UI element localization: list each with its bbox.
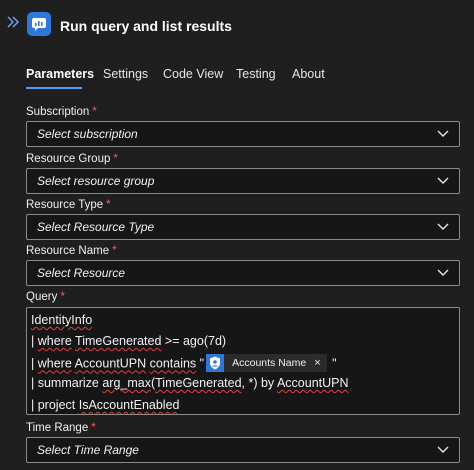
tab-code-view[interactable]: Code View	[163, 67, 223, 81]
log-analytics-icon	[27, 12, 51, 36]
tab-label: Parameters	[26, 67, 95, 81]
chevron-down-icon	[437, 130, 449, 137]
chevron-down-icon	[437, 177, 449, 184]
required-marker: *	[106, 199, 111, 211]
query-line: | where AccountUPN contains " Accounts Na…	[31, 354, 337, 373]
chevron-down-icon	[437, 446, 449, 453]
resource-type-dropdown[interactable]: Select Resource Type	[26, 214, 460, 240]
subscription-dropdown[interactable]: Select subscription	[26, 121, 460, 147]
tab-about[interactable]: About	[292, 67, 325, 81]
remove-token-button[interactable]: ×	[314, 357, 320, 369]
subscription-value: Select subscription	[37, 127, 138, 141]
tab-settings[interactable]: Settings	[103, 67, 148, 81]
time-range-dropdown[interactable]: Select Time Range	[26, 437, 460, 463]
required-marker: *	[113, 153, 118, 165]
query-label: Query *	[26, 291, 65, 303]
resource-group-value: Select resource group	[37, 174, 155, 188]
chevron-down-icon	[437, 223, 449, 230]
required-marker: *	[91, 422, 96, 434]
resource-group-label: Resource Group *	[26, 153, 118, 165]
tab-testing[interactable]: Testing	[236, 67, 276, 81]
resource-name-dropdown[interactable]: Select Resource	[26, 260, 460, 286]
query-line: IdentityInfo	[31, 313, 92, 327]
query-line: | project IsAccountEnabled	[31, 398, 180, 412]
resource-group-dropdown[interactable]: Select resource group	[26, 168, 460, 194]
expand-button[interactable]	[6, 15, 22, 33]
resource-name-value: Select Resource	[37, 266, 126, 280]
query-editor[interactable]: IdentityInfo | where TimeGenerated >= ag…	[26, 307, 460, 415]
tab-parameters[interactable]: Parameters	[26, 67, 95, 89]
chevron-down-icon	[437, 269, 449, 276]
subscription-label: Subscription *	[26, 106, 97, 118]
active-tab-indicator	[26, 87, 82, 89]
dynamic-content-token[interactable]: Accounts Name ×	[206, 354, 327, 372]
token-label: Accounts Name	[232, 357, 307, 369]
resource-name-label: Resource Name *	[26, 245, 117, 257]
query-line: | summarize arg_max(TimeGenerated, *) by…	[31, 376, 349, 390]
required-marker: *	[92, 106, 97, 118]
time-range-label: Time Range *	[26, 422, 96, 434]
required-marker: *	[112, 245, 117, 257]
required-marker: *	[60, 291, 65, 303]
shield-user-icon	[206, 354, 225, 372]
resource-type-label: Resource Type *	[26, 199, 111, 211]
query-text: IdentityInfo	[31, 313, 93, 327]
query-line: | where TimeGenerated >= ago(7d)	[31, 334, 227, 348]
resource-type-value: Select Resource Type	[37, 220, 155, 234]
panel-title: Run query and list results	[60, 18, 232, 34]
time-range-value: Select Time Range	[37, 443, 139, 457]
double-chevron-right-icon	[7, 16, 19, 28]
